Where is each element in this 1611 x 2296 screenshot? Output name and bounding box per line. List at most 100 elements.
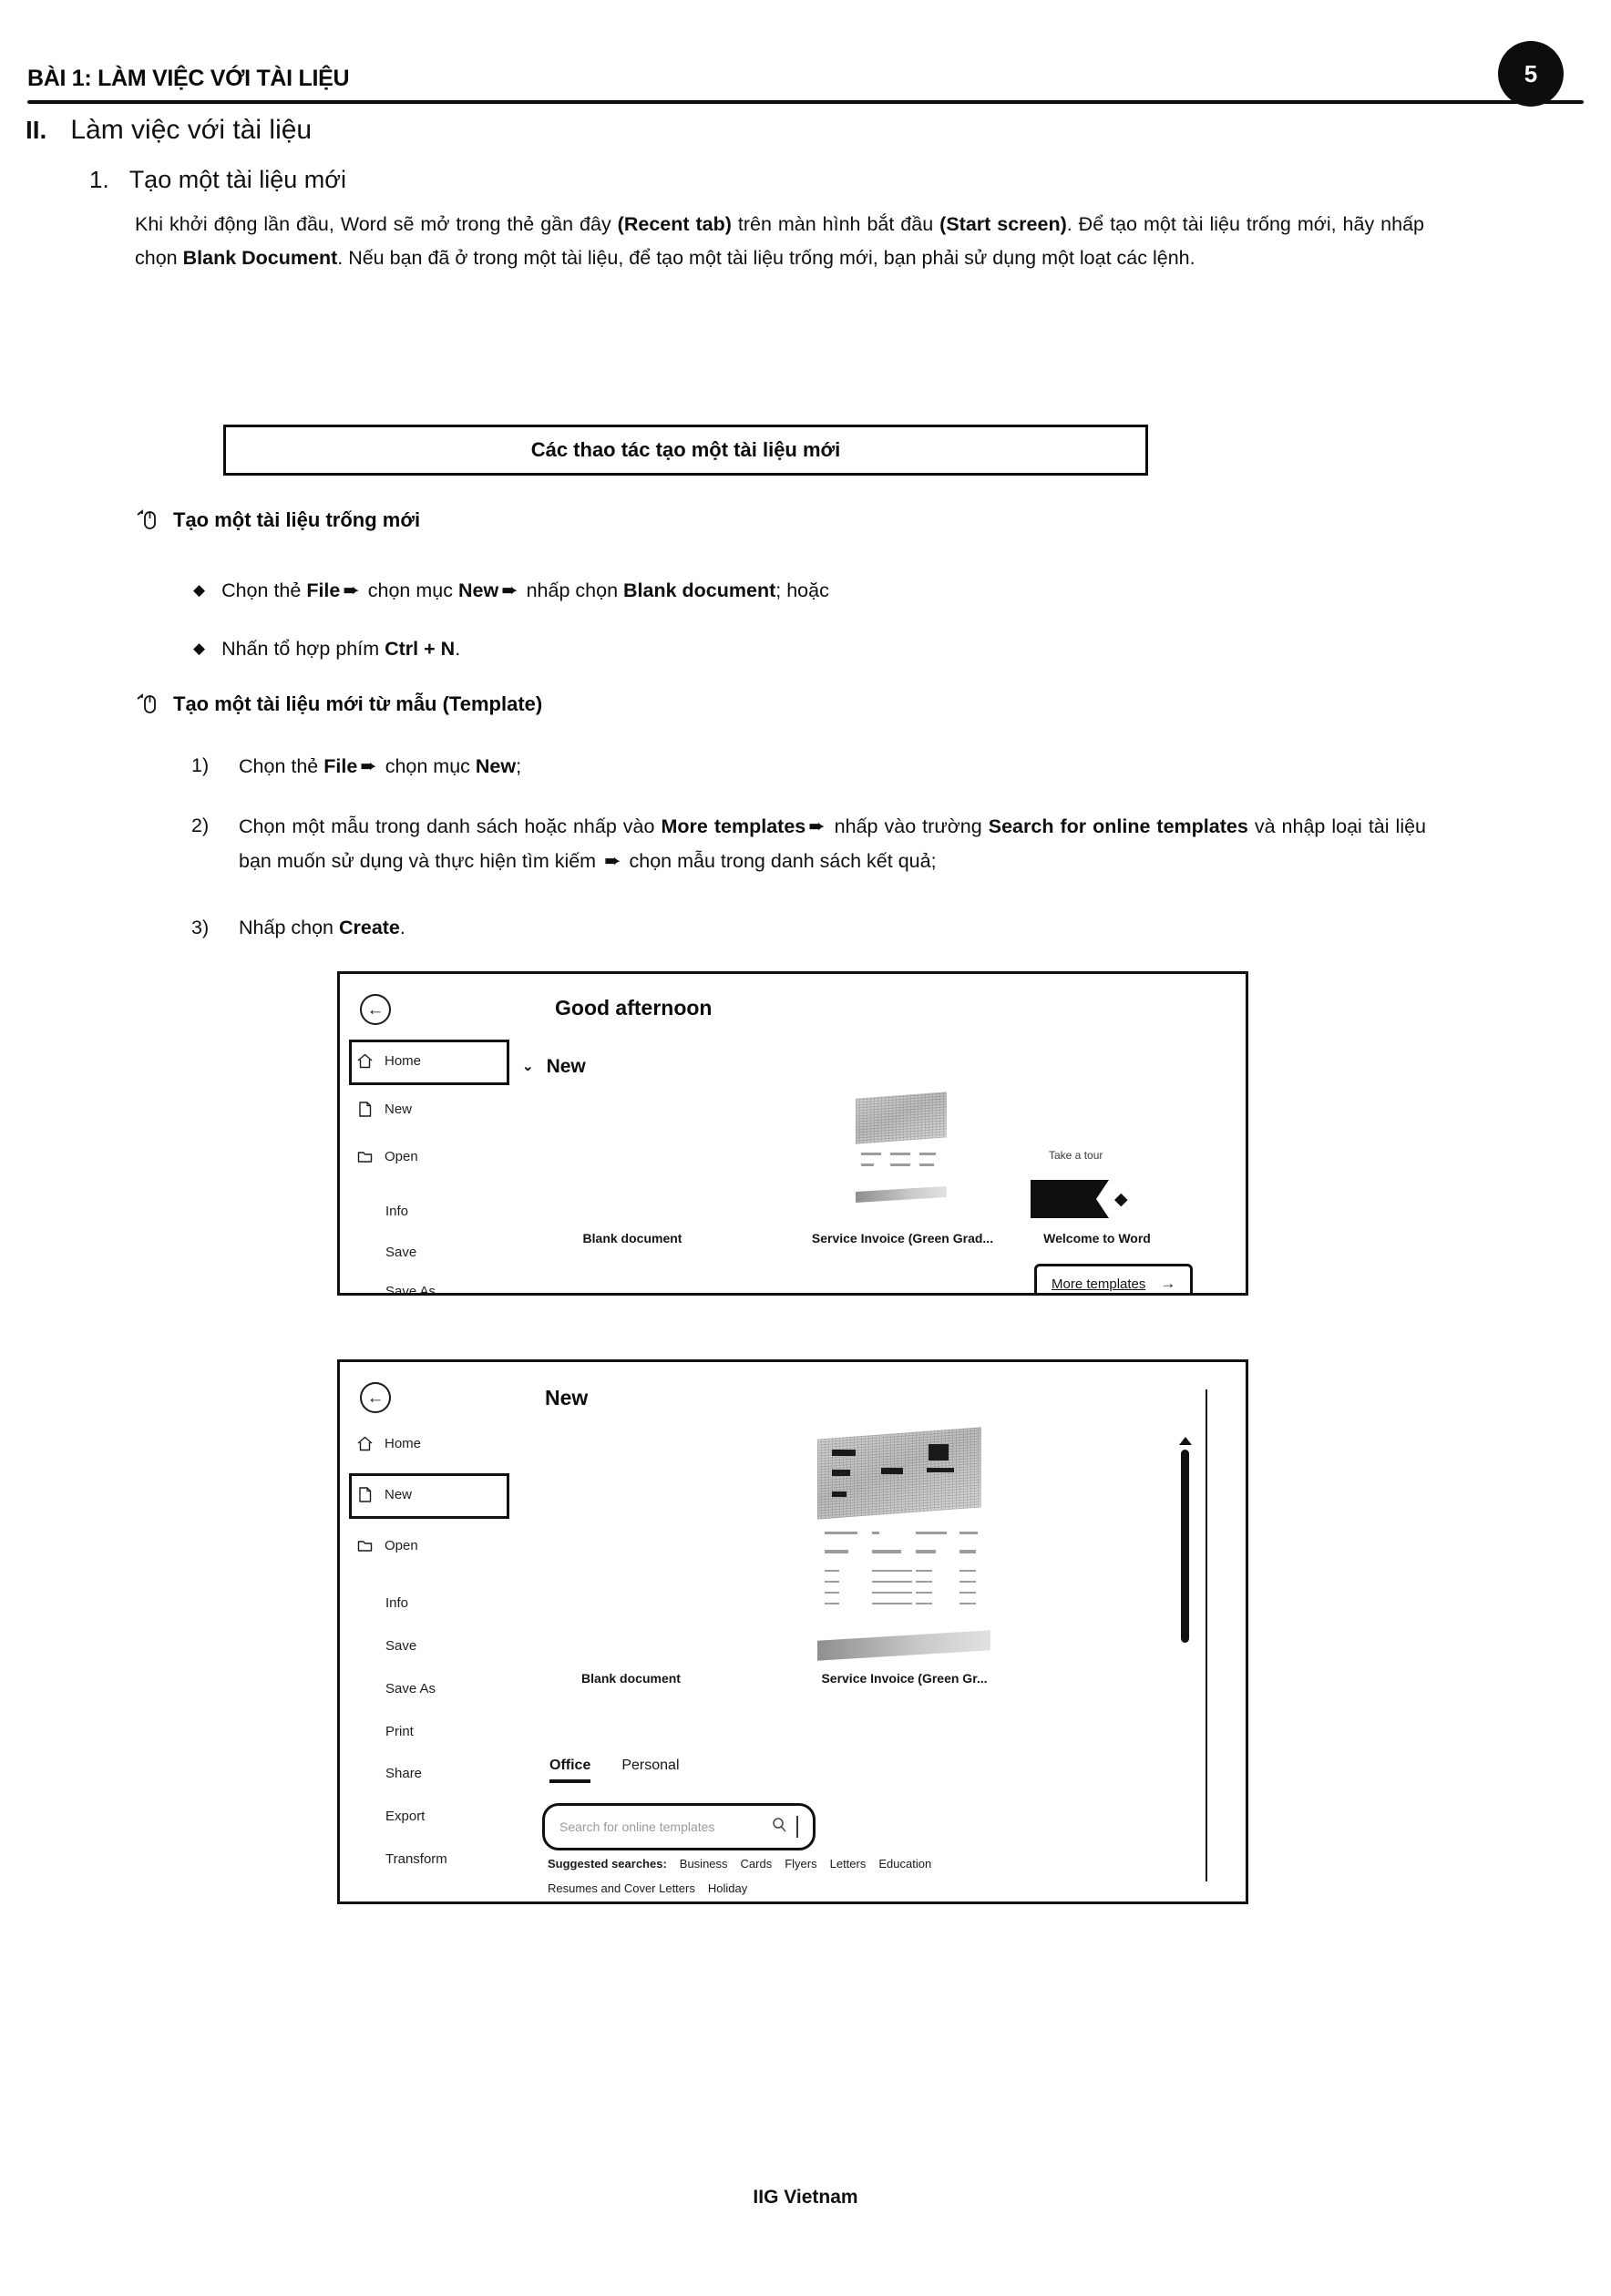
- intro-bold-3: Blank Document: [182, 247, 338, 269]
- n1-t3: ;: [516, 755, 522, 777]
- template-tile-service-invoice-caption: Service Invoice (Green Grad...: [811, 1231, 994, 1245]
- sidebar-item-info-label: Info: [385, 1204, 409, 1219]
- block2-item-1: 1) Chọn thẻ File ➨ chọn mục New;: [191, 749, 829, 784]
- subsection-heading: 1. Tạo một tài liệu mới: [89, 166, 346, 194]
- sidebar-item-share[interactable]: Share: [356, 1766, 422, 1781]
- sidebar-item-save[interactable]: Save: [356, 1245, 416, 1260]
- open-folder-icon: [356, 1148, 374, 1165]
- intro-text-1: Khi khởi động lần đầu, Word sẽ mở trong …: [135, 213, 618, 235]
- item-index: 2): [191, 815, 210, 836]
- new-document-icon: [356, 1101, 374, 1118]
- arrow-icon: ➨: [604, 849, 621, 872]
- block1-bullet-2: ◆ Nhấn tổ hợp phím Ctrl + N.: [193, 638, 460, 661]
- sidebar-item-save-as[interactable]: Save As: [356, 1681, 436, 1696]
- sidebar-item-open[interactable]: Open: [356, 1537, 418, 1554]
- sidebar-item-new-label: New: [385, 1487, 413, 1502]
- scroll-up-arrow-icon[interactable]: [1179, 1437, 1192, 1445]
- sidebar-item-home-label: Home: [385, 1436, 422, 1451]
- sidebar-item-open[interactable]: Open: [356, 1148, 418, 1165]
- more-templates-button[interactable]: More templates →: [1034, 1264, 1194, 1293]
- suggested-link-letters[interactable]: Letters: [830, 1857, 867, 1871]
- template-tile-blank-document-caption: Blank document: [582, 1231, 682, 1245]
- sidebar-item-new[interactable]: New: [356, 1101, 412, 1118]
- vertical-scrollbar-thumb[interactable]: [1181, 1450, 1189, 1643]
- block2-item-3-text: Nhấp chọn Create.: [239, 911, 405, 945]
- more-templates-label: More templates: [1052, 1276, 1146, 1292]
- sidebar-item-info[interactable]: Info: [356, 1595, 408, 1611]
- thumb-detail-line: [825, 1603, 839, 1604]
- suggested-link-cards[interactable]: Cards: [741, 1857, 773, 1871]
- block2-item-3: 3) Nhấp chọn Create.: [191, 911, 829, 945]
- search-icon[interactable]: [772, 1817, 787, 1837]
- tab-personal[interactable]: Personal: [621, 1758, 679, 1783]
- sidebar-item-save[interactable]: Save: [356, 1638, 416, 1654]
- suggested-link-holiday[interactable]: Holiday: [708, 1881, 747, 1895]
- subsection-number: 1.: [89, 166, 109, 193]
- suggested-link-education[interactable]: Education: [878, 1857, 931, 1871]
- back-arrow-icon[interactable]: ←: [360, 994, 391, 1025]
- b1-bold-new: New: [457, 579, 499, 601]
- sidebar-item-new[interactable]: New: [356, 1486, 412, 1503]
- thumb-detail-line: [872, 1532, 879, 1534]
- screenshot-word-home: ← Good afternoon ⌄ New Home New Open Inf…: [337, 971, 1248, 1296]
- thumb-detail-line: [959, 1532, 978, 1534]
- suggested-link-flyers[interactable]: Flyers: [785, 1857, 816, 1871]
- new-page-title: New: [545, 1386, 589, 1409]
- sidebar-item-print[interactable]: Print: [356, 1724, 414, 1739]
- sidebar-item-info[interactable]: Info: [356, 1204, 408, 1219]
- section-heading: II. Làm việc với tài liệu: [26, 115, 312, 146]
- thumb-detail-line: [825, 1592, 839, 1594]
- suggested-link-resumes-cover-letters[interactable]: Resumes and Cover Letters: [548, 1881, 695, 1895]
- sidebar-item-print-label: Print: [385, 1724, 414, 1739]
- thumb-detail-line: [959, 1581, 976, 1583]
- n2-t2: nhấp vào trường: [827, 815, 989, 837]
- thumb-detail-block: [881, 1468, 903, 1474]
- sidebar-item-export[interactable]: Export: [356, 1809, 425, 1824]
- home-icon: [356, 1435, 374, 1452]
- block2-heading-label: Tạo một tài liệu mới từ mẫu (Template): [173, 692, 543, 715]
- suggested-link-business[interactable]: Business: [680, 1857, 728, 1871]
- thumb-detail-line: [916, 1592, 932, 1594]
- tab-office[interactable]: Office: [549, 1758, 591, 1783]
- thumb-detail-line: [919, 1153, 936, 1155]
- arrow-icon: ➨: [808, 815, 826, 837]
- sidebar-item-home[interactable]: Home: [356, 1435, 421, 1452]
- home-new-section-header[interactable]: ⌄ New: [522, 1056, 586, 1078]
- thumb-detail-line: [959, 1592, 976, 1594]
- chevron-down-icon: ⌄: [522, 1059, 534, 1074]
- n3-t2: .: [399, 917, 405, 938]
- thumb-detail-line: [919, 1163, 934, 1166]
- intro-paragraph: Khi khởi động lần đầu, Word sẽ mở trong …: [135, 208, 1424, 275]
- sidebar-item-home[interactable]: Home: [356, 1052, 421, 1070]
- thumb-detail-line: [872, 1570, 912, 1572]
- service-invoice-thumbnail: [856, 1092, 947, 1144]
- thumb-detail-line: [916, 1603, 932, 1604]
- page-footer: IIG Vietnam: [753, 2187, 858, 2208]
- thumb-detail-line: [825, 1570, 839, 1572]
- thumb-detail-block: [927, 1468, 954, 1472]
- sidebar-item-save-label: Save: [385, 1638, 417, 1654]
- thumb-detail-line: [916, 1532, 947, 1534]
- thumb-detail-line: [872, 1550, 901, 1553]
- section-number: II.: [26, 116, 47, 144]
- sidebar-item-info-label: Info: [385, 1595, 409, 1611]
- search-online-templates-input[interactable]: Search for online templates: [542, 1803, 816, 1850]
- sidebar-item-transform[interactable]: Transform: [356, 1851, 447, 1867]
- thumb-detail-line: [861, 1153, 881, 1155]
- header-rule: [27, 100, 1584, 104]
- home-new-section-label: New: [546, 1056, 586, 1077]
- back-arrow-icon[interactable]: ←: [360, 1382, 391, 1413]
- b1-t4: ; hoặc: [775, 579, 829, 601]
- sidebar-item-save-label: Save: [385, 1245, 417, 1260]
- mouse-pointer-icon: [135, 508, 159, 532]
- thumb-detail-line: [890, 1153, 910, 1155]
- block1-bullet-1-text: Chọn thẻ File ➨ chọn mục New ➨ nhấp chọn B…: [221, 579, 829, 602]
- sidebar-item-save-as[interactable]: Save As: [356, 1284, 436, 1293]
- welcome-tour-arrow-icon: ◆: [1114, 1190, 1128, 1209]
- n3-bold-create: Create: [338, 917, 400, 938]
- b2-bold-ctrln: Ctrl + N: [385, 638, 456, 660]
- home-greeting: Good afternoon: [555, 996, 713, 1020]
- n3-t1: Nhấp chọn: [239, 917, 339, 938]
- thumb-detail-line: [825, 1550, 848, 1553]
- vertical-scrollbar-track[interactable]: [1206, 1389, 1207, 1881]
